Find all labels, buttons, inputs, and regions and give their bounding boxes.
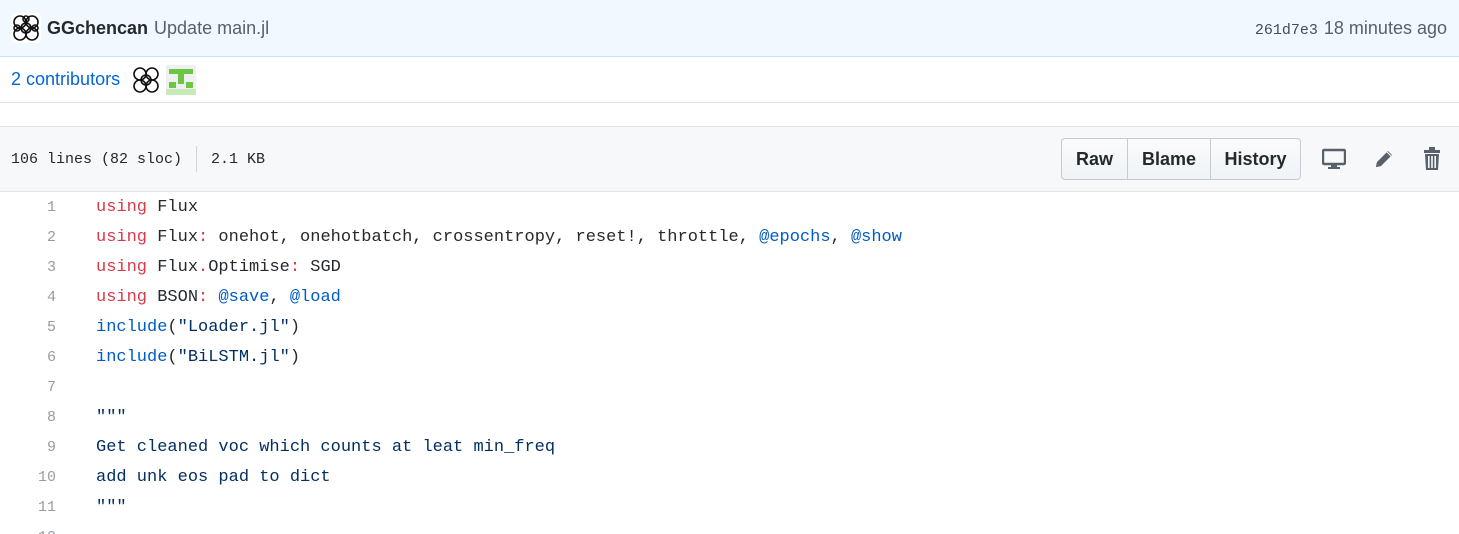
line-content: include("BiLSTM.jl") xyxy=(56,348,300,367)
code-line: 10 add unk eos pad to dict xyxy=(0,462,1459,492)
file-info: 106 lines (82 sloc) 2.1 KB xyxy=(11,146,265,172)
contributors-link[interactable]: 2 contributors xyxy=(11,69,120,90)
code-line: 4 using BSON: @save, @load xyxy=(0,282,1459,312)
code-token: : xyxy=(198,287,209,307)
line-number[interactable]: 5 xyxy=(0,319,56,336)
code-line: 11 """ xyxy=(0,492,1459,522)
code-token: SGD xyxy=(300,257,341,277)
code-token: : xyxy=(198,227,209,247)
commit-sha[interactable]: 261d7e3 xyxy=(1255,22,1318,39)
latest-commit-bar: GGchencan Update main.jl 261d7e3 18 minu… xyxy=(0,0,1459,57)
commit-time: 18 minutes ago xyxy=(1323,17,1447,38)
code-token: Flux xyxy=(147,197,199,217)
code-token: add unk eos pad to dict xyxy=(96,467,331,487)
line-number[interactable]: 3 xyxy=(0,259,56,276)
line-content: using Flux: onehot, onehotbatch, crossen… xyxy=(56,228,902,247)
code-line: 7 xyxy=(0,372,1459,402)
code-token: Optimise xyxy=(208,257,290,277)
line-number[interactable]: 11 xyxy=(0,499,56,516)
code-token: BSON xyxy=(147,287,199,307)
line-number[interactable]: 10 xyxy=(0,469,56,486)
file-lines: 106 lines (82 sloc) xyxy=(11,150,183,168)
file-size: 2.1 KB xyxy=(211,150,266,168)
commit-message[interactable]: Update main.jl xyxy=(154,18,269,39)
code-token: Flux xyxy=(147,257,199,277)
code-token: using xyxy=(96,227,148,247)
code-line: 1 using Flux xyxy=(0,192,1459,222)
contributors-bar: 2 contributors xyxy=(0,57,1459,103)
code-token: ( xyxy=(167,347,178,367)
history-button[interactable]: History xyxy=(1211,138,1301,180)
code-token: @show xyxy=(850,227,902,247)
trash-icon[interactable] xyxy=(1419,146,1445,172)
code-line: 2 using Flux: onehot, onehotbatch, crosse… xyxy=(0,222,1459,252)
code-token: using xyxy=(96,257,148,277)
pencil-icon[interactable] xyxy=(1371,146,1397,172)
file-actions-group: Raw Blame History xyxy=(1061,138,1301,180)
line-content: using Flux.Optimise: SGD xyxy=(56,258,341,277)
code-token: @epochs xyxy=(759,227,831,247)
code-view: 1 using Flux 2 using Flux: onehot, onehotba… xyxy=(0,192,1459,534)
blame-button[interactable]: Blame xyxy=(1128,138,1211,180)
code-token: "BiLSTM.jl" xyxy=(177,347,290,367)
line-content: using BSON: @save, @load xyxy=(56,288,341,307)
code-token: """ xyxy=(96,407,127,427)
author-avatar[interactable] xyxy=(11,13,41,43)
code-line: 12 xyxy=(0,522,1459,534)
code-token: . xyxy=(198,257,209,277)
code-token: ) xyxy=(289,317,301,337)
file-info-divider xyxy=(196,146,198,172)
line-content: """ xyxy=(56,408,127,427)
line-content: """ xyxy=(56,498,127,517)
code-token: onehot, onehotbatch, crossentropy, reset… xyxy=(208,227,760,247)
contributors-label[interactable]: contributors xyxy=(26,69,120,89)
code-token: "Loader.jl" xyxy=(177,317,290,337)
code-token: : xyxy=(289,257,301,277)
code-token: include xyxy=(96,317,168,337)
code-token: ( xyxy=(167,317,178,337)
code-line: 6 include("BiLSTM.jl") xyxy=(0,342,1459,372)
line-number[interactable]: 12 xyxy=(0,529,56,534)
code-token: Flux xyxy=(147,227,199,247)
code-line: 8 """ xyxy=(0,402,1459,432)
code-token: include xyxy=(96,347,168,367)
code-token: , xyxy=(830,227,851,247)
code-token: @load xyxy=(289,287,341,307)
line-number[interactable]: 9 xyxy=(0,439,56,456)
code-token: ) xyxy=(289,347,301,367)
code-line: 3 using Flux.Optimise: SGD xyxy=(0,252,1459,282)
line-number[interactable]: 8 xyxy=(0,409,56,426)
line-number[interactable]: 7 xyxy=(0,379,56,396)
line-content: include("Loader.jl") xyxy=(56,318,300,337)
desktop-icon[interactable] xyxy=(1321,146,1347,172)
code-token: """ xyxy=(96,497,127,517)
code-token: Get cleaned voc which counts at leat min… xyxy=(96,437,556,457)
line-number[interactable]: 2 xyxy=(0,229,56,246)
commit-author[interactable]: GGchencan xyxy=(47,18,148,39)
code-line: 5 include("Loader.jl") xyxy=(0,312,1459,342)
line-number[interactable]: 4 xyxy=(0,289,56,306)
contributor-avatar-2[interactable] xyxy=(166,64,197,95)
line-number[interactable]: 1 xyxy=(0,199,56,216)
raw-button[interactable]: Raw xyxy=(1061,138,1128,180)
code-token: @save xyxy=(218,287,270,307)
contributors-count[interactable]: 2 xyxy=(11,69,21,89)
contributor-avatar-1[interactable] xyxy=(131,64,162,95)
code-token: , xyxy=(269,287,290,307)
code-token: using xyxy=(96,197,148,217)
line-number[interactable]: 6 xyxy=(0,349,56,366)
line-content: using Flux xyxy=(56,198,198,217)
code-line: 9 Get cleaned voc which counts at leat mi… xyxy=(0,432,1459,462)
code-token: using xyxy=(96,287,148,307)
line-content: add unk eos pad to dict xyxy=(56,468,331,487)
commit-meta: 261d7e3 18 minutes ago xyxy=(1255,18,1447,39)
line-content: Get cleaned voc which counts at leat min… xyxy=(56,438,555,457)
